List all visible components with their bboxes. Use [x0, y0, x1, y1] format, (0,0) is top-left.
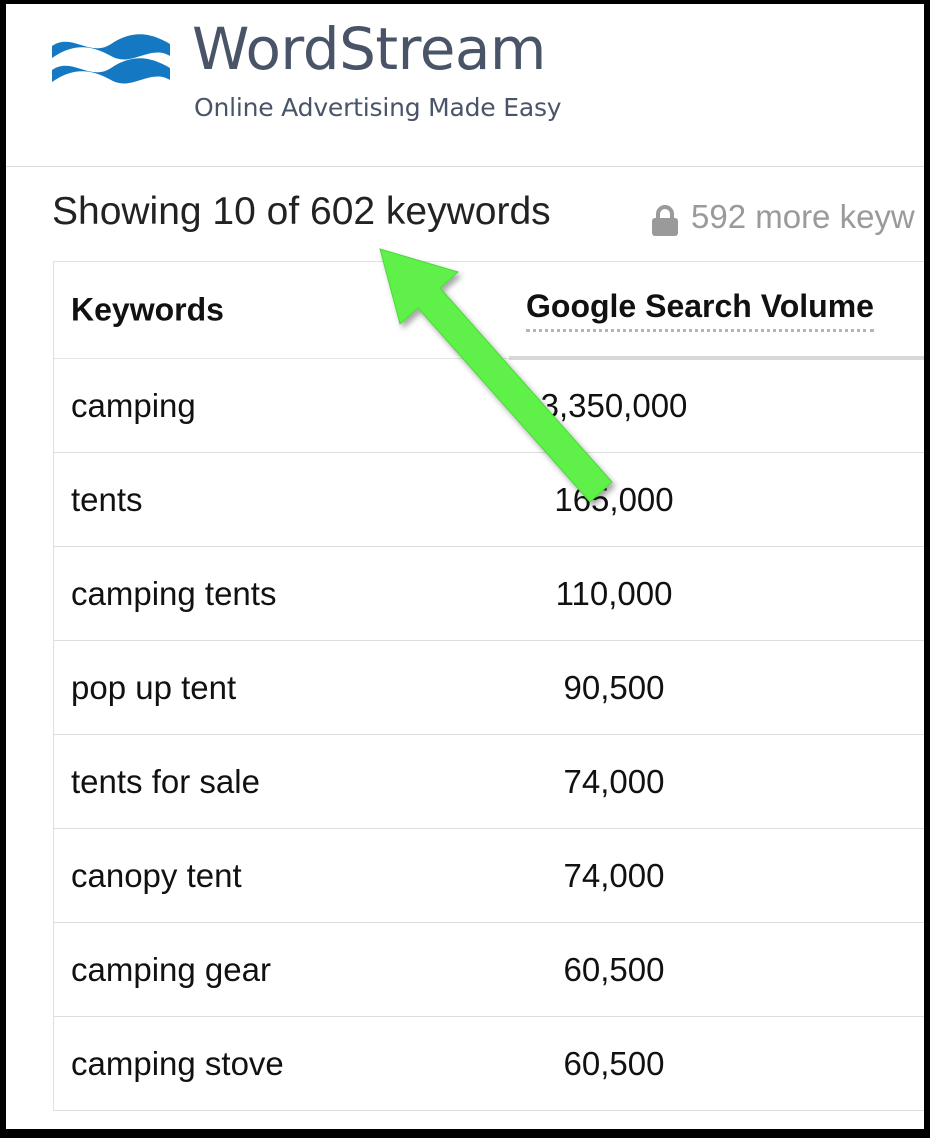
keywords-table: Keywords Google Search Volume camping 3,… [53, 261, 924, 1111]
site-header: WordStream Online Advertising Made Easy [6, 4, 924, 167]
table-header-row: Keywords Google Search Volume [54, 262, 924, 360]
keyword-cell: camping stove [71, 1044, 284, 1082]
keyword-cell: canopy tent [71, 856, 242, 894]
keyword-cell: tents for sale [71, 762, 260, 800]
lock-icon [652, 205, 678, 236]
keyword-cell: pop up tent [71, 668, 237, 706]
keyword-cell: camping [71, 386, 196, 424]
volume-cell: 60,500 [563, 950, 665, 988]
wordstream-waves-logo-icon[interactable] [50, 34, 172, 86]
table-row: camping gear 60,500 [54, 923, 924, 1017]
volume-cell: 110,000 [555, 574, 673, 612]
table-row: camping stove 60,500 [54, 1017, 924, 1111]
table-row: camping tents 110,000 [54, 547, 924, 641]
brand-tagline: Online Advertising Made Easy [194, 93, 562, 122]
more-keywords-link[interactable]: 592 more keyw [691, 200, 915, 233]
volume-cell: 3,350,000 [540, 386, 688, 424]
volume-cell: 74,000 [563, 856, 665, 894]
brand-name[interactable]: WordStream [192, 20, 546, 78]
table-row: pop up tent 90,500 [54, 641, 924, 735]
table-row: tents 165,000 [54, 453, 924, 547]
column-header-keywords: Keywords [71, 291, 224, 328]
table-row: tents for sale 74,000 [54, 735, 924, 829]
keyword-cell: camping tents [71, 574, 277, 612]
table-row: camping 3,350,000 [54, 359, 924, 453]
table-row: canopy tent 74,000 [54, 829, 924, 923]
column-header-search-volume[interactable]: Google Search Volume [526, 288, 874, 332]
screenshot-frame: WordStream Online Advertising Made Easy … [6, 4, 924, 1129]
volume-cell: 165,000 [554, 480, 674, 518]
keyword-cell: tents [71, 480, 143, 518]
volume-cell: 90,500 [563, 668, 665, 706]
keyword-count-heading: Showing 10 of 602 keywords [52, 190, 551, 233]
volume-cell: 60,500 [563, 1044, 665, 1082]
volume-cell: 74,000 [563, 762, 665, 800]
keyword-cell: camping gear [71, 950, 271, 988]
